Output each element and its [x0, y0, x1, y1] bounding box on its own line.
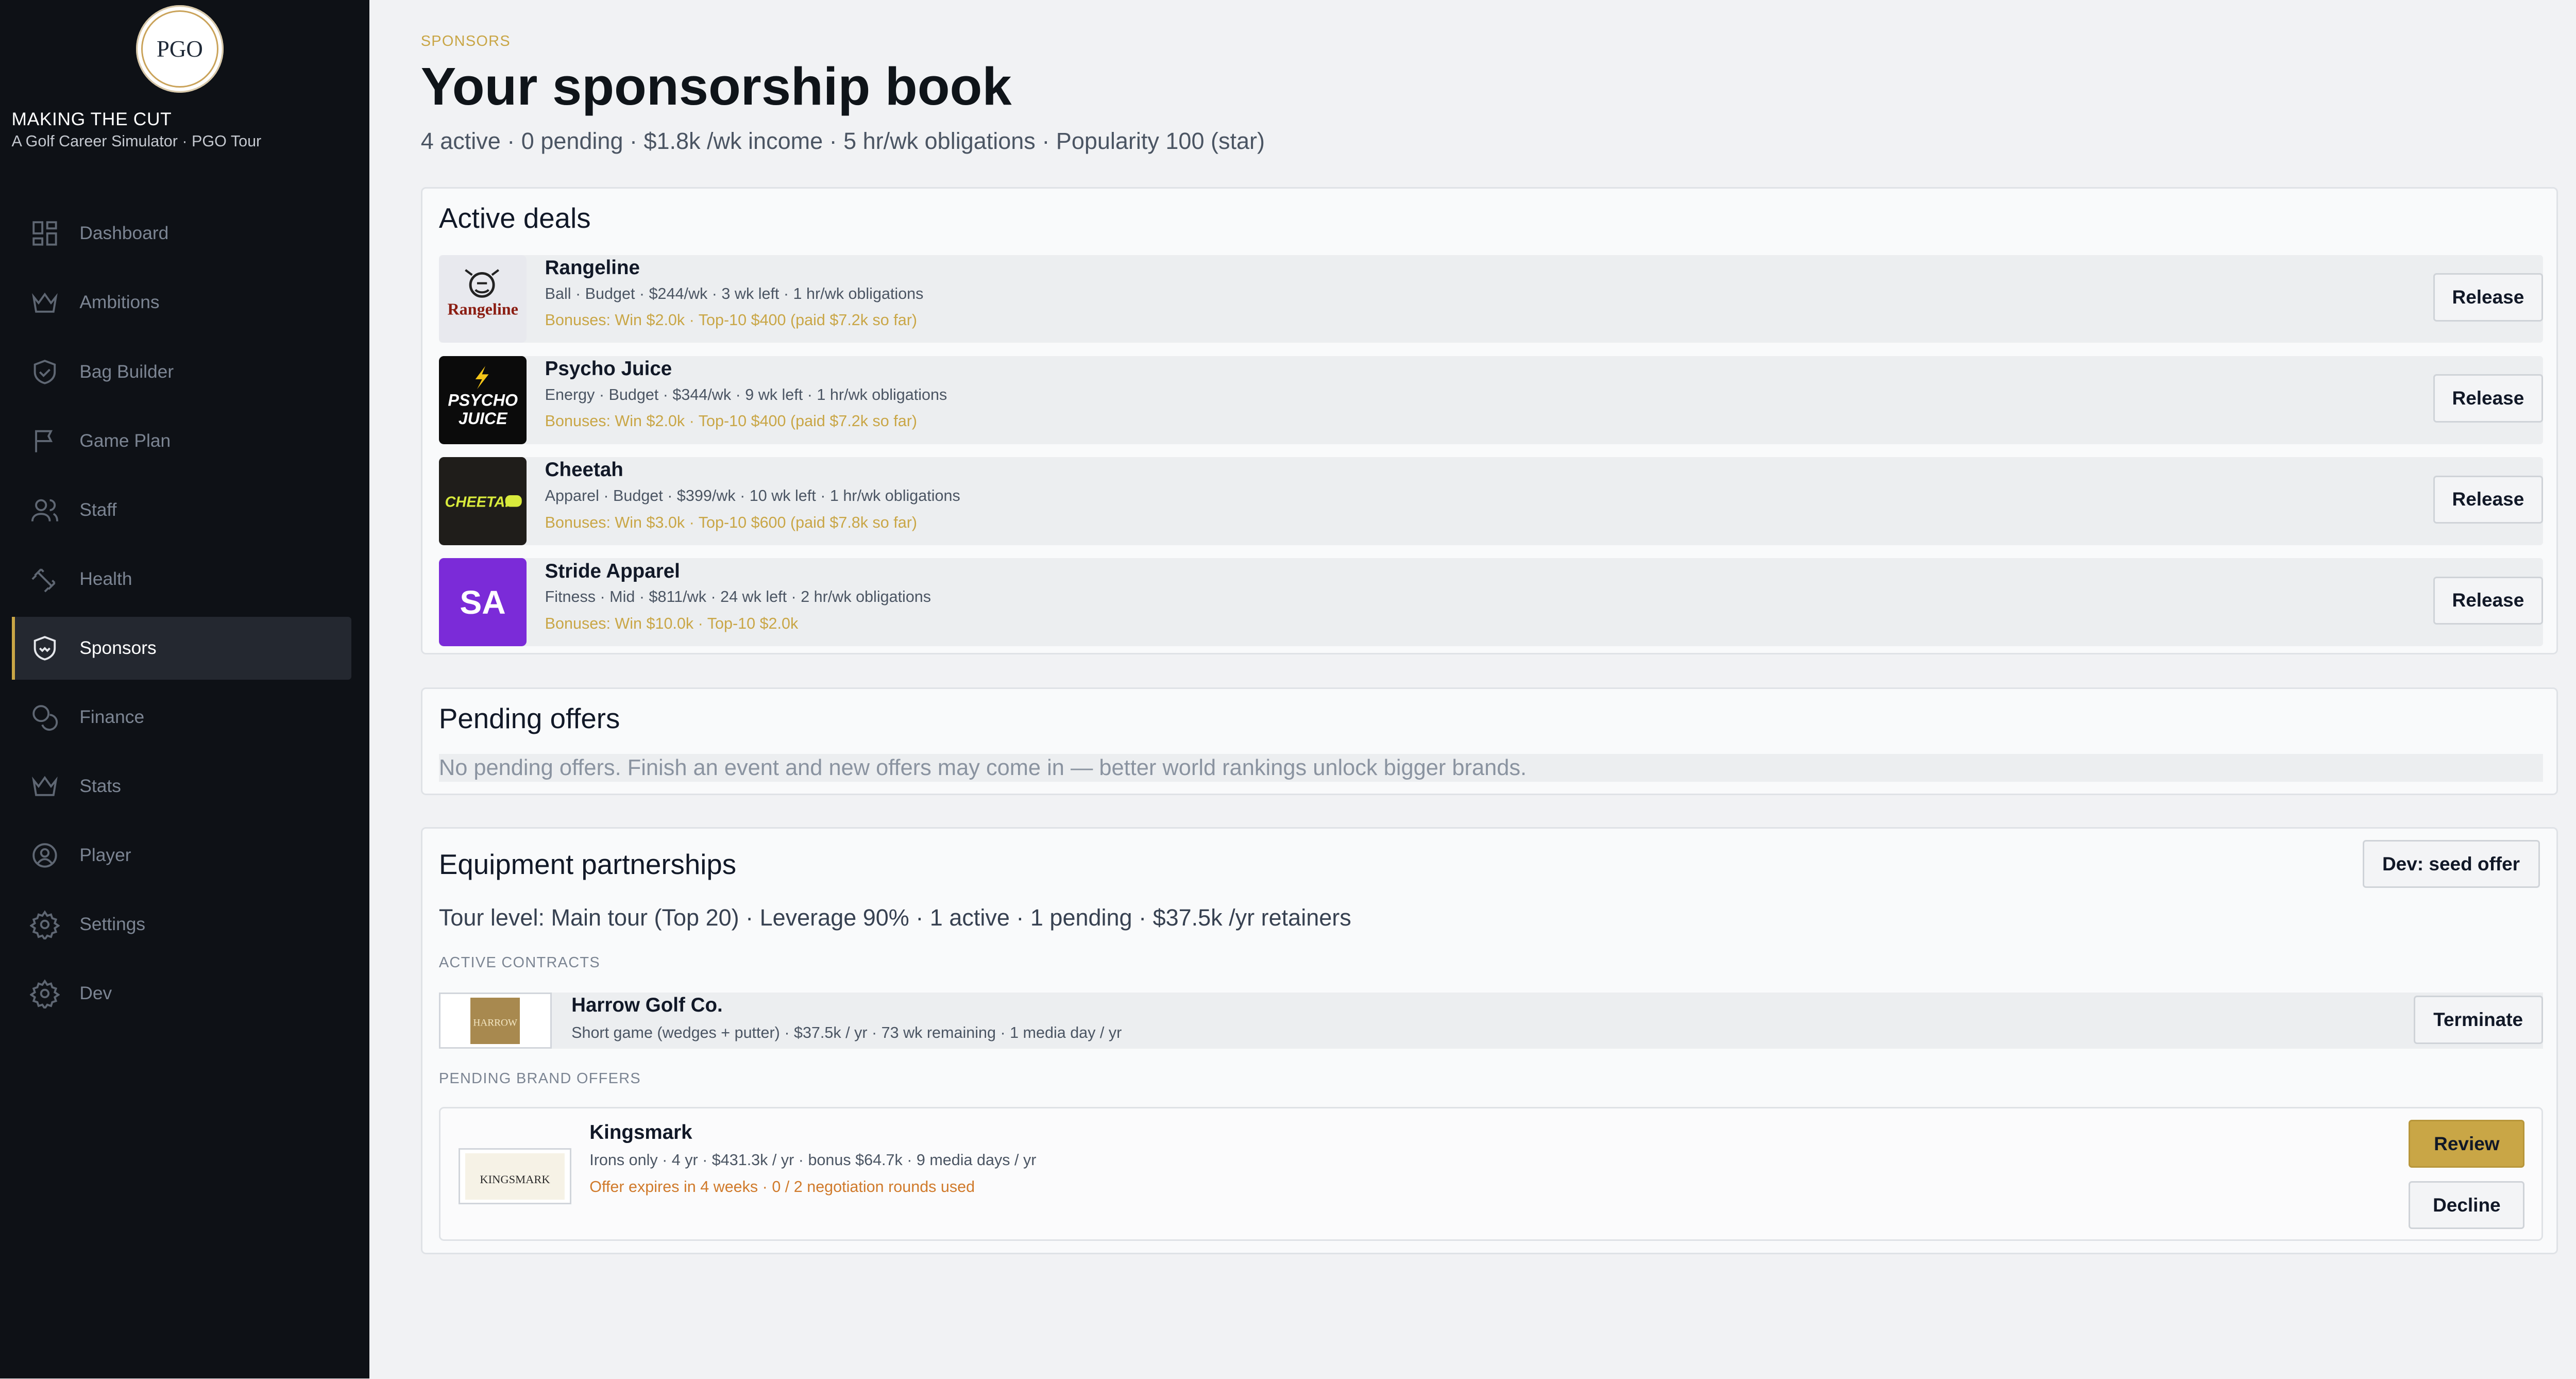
rangeline-logo: Rangeline — [438, 255, 527, 343]
dumbbell-icon — [31, 568, 56, 593]
release-button[interactable]: Release — [2433, 475, 2543, 524]
sidebar-item-label: Health — [79, 568, 132, 589]
sidebar-item-ambitions[interactable]: Ambitions — [12, 271, 351, 334]
offer-name: Kingsmark — [589, 1121, 692, 1144]
section-title: Active deals — [438, 203, 591, 234]
kingsmark-logo: KINGSMARK — [459, 1148, 571, 1205]
psycho-juice-logo-line2: JUICE — [459, 409, 508, 428]
decline-button[interactable]: Decline — [2409, 1181, 2525, 1230]
sidebar-item-staff[interactable]: Staff — [12, 479, 351, 542]
sidebar-item-label: Bag Builder — [79, 361, 174, 382]
deal-name: Rangeline — [545, 257, 640, 279]
release-button[interactable]: Release — [2433, 273, 2543, 322]
section-title: Pending offers — [438, 703, 620, 735]
sidebar-item-label: Settings — [79, 914, 146, 935]
active-contracts-label: ACTIVE CONTRACTS — [438, 954, 600, 971]
terminate-button[interactable]: Terminate — [2413, 996, 2543, 1044]
stride-apparel-logo: SA — [438, 558, 527, 646]
deal-meta: Energy · Budget · $344/wk · 9 wk left · … — [545, 385, 947, 403]
deal-name: Stride Apparel — [545, 560, 680, 582]
psycho-juice-logo-line1: PSYCHO — [448, 391, 518, 410]
gear-icon — [29, 910, 60, 940]
deal-bonus: Bonuses: Win $3.0k · Top-10 $600 (paid $… — [545, 513, 918, 531]
pending-brand-offers-label: PENDING BRAND OFFERS — [438, 1070, 641, 1087]
gear-icon — [29, 979, 60, 1009]
equipment-partnerships-card: Equipment partnerships Dev: seed offer T… — [420, 827, 2558, 1255]
harrow-logo: HARROW — [438, 992, 552, 1049]
deal-name: Cheetah — [545, 459, 623, 481]
sidebar-item-label: Dev — [79, 983, 112, 1004]
harrow-logo-text: HARROW — [473, 1017, 517, 1028]
rangeline-logo-text: Rangeline — [447, 300, 518, 318]
deal-row-rangeline: Rangeline Rangeline Ball · Budget · $244… — [438, 255, 2543, 343]
deal-meta: Fitness · Mid · $811/wk · 24 wk left · 2… — [545, 588, 931, 606]
contract-meta: Short game (wedges + putter) · $37.5k / … — [571, 1023, 1122, 1041]
page-title: Your sponsorship book — [420, 57, 1012, 116]
deal-bonus: Bonuses: Win $10.0k · Top-10 $2.0k — [545, 614, 799, 632]
empty-state-text: No pending offers. Finish an event and n… — [438, 753, 2543, 782]
sidebar-item-bag-builder[interactable]: Bag Builder — [12, 340, 351, 403]
sidebar: PGO MAKING THE CUT A Golf Career Simulat… — [0, 0, 370, 1379]
brand-offer-kingsmark: KINGSMARK Kingsmark Irons only · 4 yr · … — [438, 1106, 2543, 1241]
dashboard-icon — [32, 221, 57, 246]
sidebar-item-settings[interactable]: Settings — [12, 893, 351, 956]
contract-row-harrow: HARROW Harrow Golf Co. Short game (wedge… — [438, 992, 2543, 1049]
sidebar-item-dashboard[interactable]: Dashboard — [12, 202, 351, 265]
shield-icon — [33, 359, 56, 384]
sidebar-item-label: Ambitions — [79, 292, 160, 313]
release-button[interactable]: Release — [2433, 374, 2543, 423]
equipment-summary: Tour level: Main tour (Top 20) · Leverag… — [438, 904, 1351, 931]
sidebar-item-label: Game Plan — [79, 430, 171, 451]
users-icon — [31, 499, 58, 522]
review-button[interactable]: Review — [2409, 1120, 2525, 1168]
deal-name: Psycho Juice — [545, 358, 672, 380]
sidebar-item-label: Sponsors — [79, 637, 157, 658]
deal-meta: Ball · Budget · $244/wk · 3 wk left · 1 … — [545, 284, 924, 302]
cheetah-logo-text: CHEETAH — [445, 494, 516, 511]
crown-icon — [31, 292, 58, 313]
sidebar-item-stats[interactable]: Stats — [12, 755, 351, 818]
deal-bonus: Bonuses: Win $2.0k · Top-10 $400 (paid $… — [545, 311, 918, 329]
kingsmark-logo-text: KINGSMARK — [480, 1172, 550, 1185]
offer-meta: Irons only · 4 yr · $431.3k / yr · bonus… — [589, 1151, 1037, 1169]
flag-icon — [35, 430, 53, 452]
sidebar-item-player[interactable]: Player — [12, 824, 351, 887]
coins-icon — [32, 705, 58, 731]
handshake-icon — [33, 636, 56, 661]
cheetah-logo: CHEETAH — [438, 457, 527, 545]
crown-icon — [31, 776, 58, 796]
active-deals-card: Active deals Rangeline Rangeline Ball · … — [420, 187, 2558, 655]
sidebar-item-label: Player — [79, 845, 131, 866]
sidebar-item-label: Dashboard — [79, 223, 169, 244]
contract-name: Harrow Golf Co. — [571, 994, 723, 1017]
deal-row-stride-apparel: SA Stride Apparel Fitness · Mid · $811/w… — [438, 558, 2543, 646]
deal-row-psycho-juice: PSYCHO JUICE Psycho Juice Energy · Budge… — [438, 356, 2543, 444]
offer-expiry: Offer expires in 4 weeks · 0 / 2 negotia… — [589, 1178, 975, 1196]
sidebar-nav: Dashboard Ambitions Bag Builder Game Pla… — [11, 202, 351, 1031]
sidebar-item-label: Staff — [79, 499, 117, 520]
dev-seed-offer-button[interactable]: Dev: seed offer — [2362, 840, 2540, 888]
page-summary: 4 active · 0 pending · $1.8k /wk income … — [420, 127, 1265, 154]
user-circle-icon — [32, 843, 57, 868]
pending-offers-card: Pending offers No pending offers. Finish… — [420, 687, 2558, 796]
deal-row-cheetah: CHEETAH Cheetah Apparel · Budget · $399/… — [438, 457, 2543, 545]
deal-meta: Apparel · Budget · $399/wk · 10 wk left … — [545, 487, 960, 505]
pgo-logo[interactable]: PGO — [135, 5, 224, 93]
sidebar-item-sponsors[interactable]: Sponsors — [11, 616, 351, 680]
sidebar-item-dev[interactable]: Dev — [12, 962, 351, 1025]
page-kicker: SPONSORS — [420, 33, 511, 50]
release-button[interactable]: Release — [2433, 576, 2543, 625]
app-subtitle: A Golf Career Simulator · PGO Tour — [11, 132, 262, 150]
sidebar-item-label: Stats — [79, 776, 121, 796]
sidebar-item-label: Finance — [79, 707, 145, 727]
psycho-juice-logo: PSYCHO JUICE — [438, 356, 527, 444]
deal-bonus: Bonuses: Win $2.0k · Top-10 $400 (paid $… — [545, 412, 918, 430]
app-title: MAKING THE CUT — [11, 109, 172, 130]
sidebar-item-game-plan[interactable]: Game Plan — [12, 410, 351, 473]
sidebar-item-finance[interactable]: Finance — [12, 686, 351, 749]
logo-text: PGO — [141, 10, 219, 88]
section-title: Equipment partnerships — [438, 849, 737, 881]
main-content: SPONSORS Your sponsorship book 4 active … — [369, 0, 2576, 1378]
sidebar-item-health[interactable]: Health — [12, 548, 351, 611]
